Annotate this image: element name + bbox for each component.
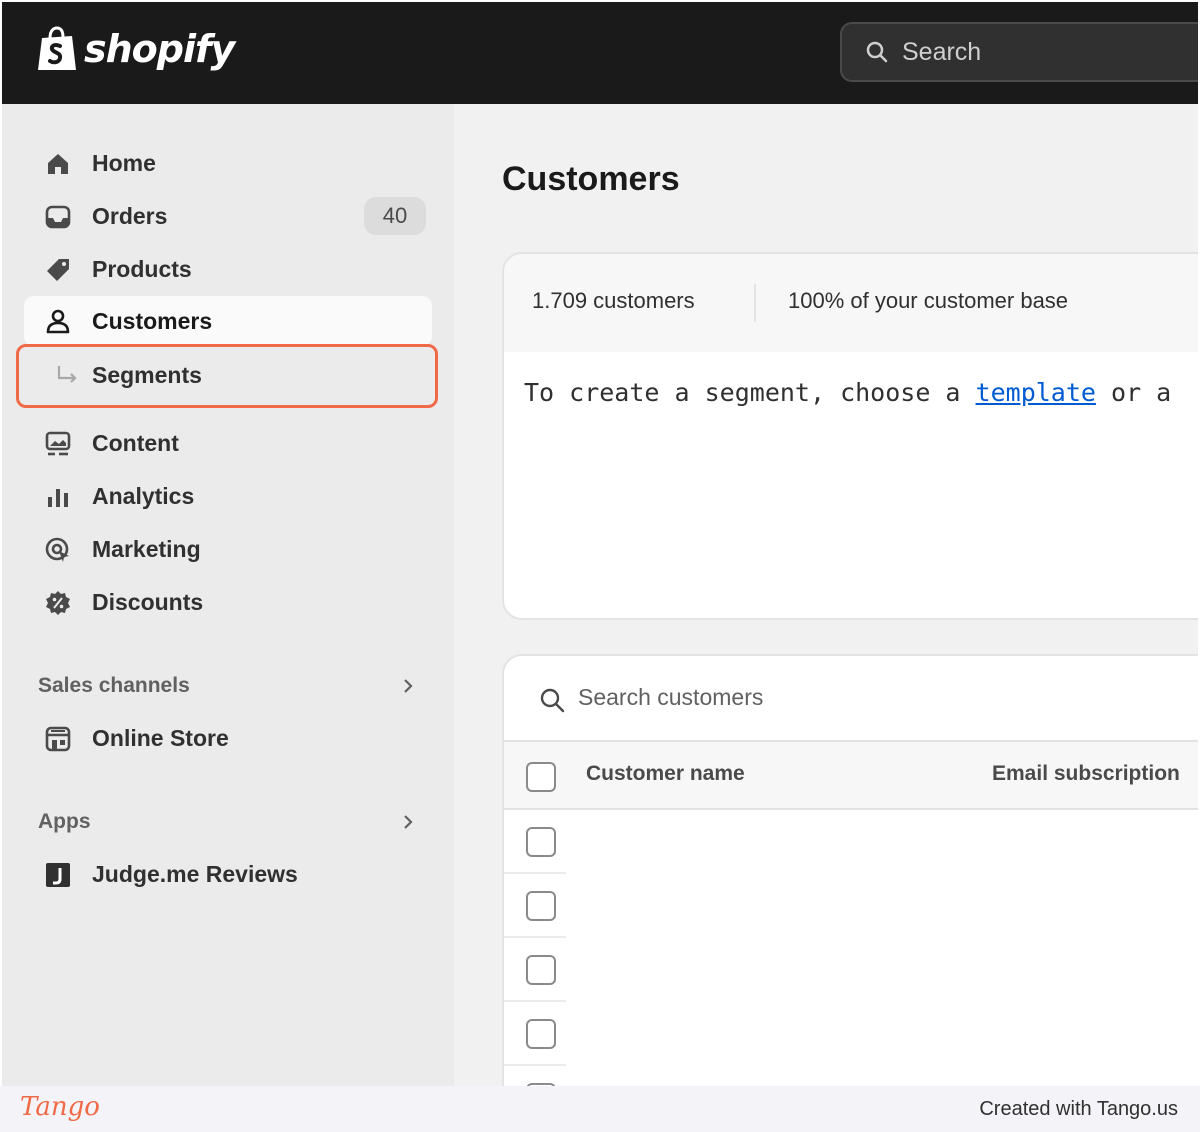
segment-editor-card: 1.709 customers 100% of your customer ba… <box>502 252 1198 620</box>
section-heading: Apps <box>38 810 91 833</box>
target-icon <box>45 537 69 562</box>
search-placeholder: Search <box>902 37 982 66</box>
chevron-right-icon <box>404 679 413 693</box>
logo-text: shopify <box>84 27 235 71</box>
table-row <box>504 810 566 874</box>
segment-query-editor[interactable]: To create a segment, choose a template o… <box>524 378 1171 407</box>
segment-stats-bar: 1.709 customers 100% of your customer ba… <box>504 254 1198 352</box>
customer-base-percentage: 100% of your customer base <box>788 288 1069 313</box>
editor-text: To create a segment, choose a <box>524 378 976 407</box>
shopify-bag-icon <box>38 26 76 70</box>
created-with-text: Created with Tango.us <box>979 1098 1178 1120</box>
editor-text-continued: or a <box>1095 378 1172 407</box>
home-icon <box>48 154 68 174</box>
table-row <box>504 1066 566 1086</box>
sidebar-item-label: Products <box>92 255 192 282</box>
stats-divider <box>754 284 756 322</box>
sales-channels-section[interactable]: Sales channels <box>38 669 418 703</box>
tango-footer: Tango Created with Tango.us <box>0 1086 1200 1132</box>
row-checkbox[interactable] <box>526 955 556 985</box>
tango-logo: Tango <box>20 1092 100 1122</box>
orders-count-badge: 40 <box>364 197 426 235</box>
sidebar-item-label: Online Store <box>92 724 229 751</box>
table-header: Customer name Email subscription <box>504 740 1198 810</box>
column-header-customer-name[interactable]: Customer name <box>586 762 745 786</box>
search-icon <box>540 688 565 713</box>
sidebar-item-label: Analytics <box>92 482 195 509</box>
sidebar-item-label: Discounts <box>92 588 204 615</box>
person-icon <box>46 309 70 334</box>
sidebar: Home Orders 40 Products Customers Segmen… <box>2 104 454 1086</box>
row-checkbox[interactable] <box>526 1019 556 1049</box>
tag-icon <box>47 259 69 281</box>
sidebar-item-marketing[interactable]: Marketing <box>24 526 432 572</box>
image-icon <box>45 431 71 456</box>
chevron-right-icon <box>404 815 413 829</box>
sidebar-item-online-store[interactable]: Online Store <box>24 715 432 761</box>
sidebar-item-orders[interactable]: Orders 40 <box>24 193 432 239</box>
search-icon <box>866 41 888 63</box>
customers-table-card: Search customers Customer name Email sub… <box>502 654 1198 1086</box>
template-link[interactable]: template <box>976 378 1096 407</box>
top-bar: shopify Search <box>2 2 1198 104</box>
section-heading: Sales channels <box>38 674 190 697</box>
sidebar-item-home[interactable]: Home <box>24 140 432 186</box>
sidebar-item-judgeme-reviews[interactable]: Judge.me Reviews <box>24 851 432 897</box>
customer-count: 1.709 customers <box>532 288 695 313</box>
sidebar-item-label: Content <box>92 429 179 456</box>
sidebar-item-label: Judge.me Reviews <box>92 860 298 887</box>
global-search-input[interactable]: Search <box>840 22 1198 82</box>
row-checkbox[interactable] <box>526 827 556 857</box>
sidebar-item-analytics[interactable]: Analytics <box>24 473 432 519</box>
app-window: shopify Search Home Orders 40 Products C… <box>2 2 1198 1086</box>
sidebar-item-label: Orders <box>92 202 168 229</box>
apps-section[interactable]: Apps <box>38 805 418 839</box>
table-row <box>504 1002 566 1066</box>
segments-highlight-box <box>16 344 438 408</box>
row-checkbox[interactable] <box>526 891 556 921</box>
discount-icon <box>46 591 70 615</box>
inbox-icon <box>45 205 71 229</box>
sidebar-item-discounts[interactable]: Discounts <box>24 579 432 625</box>
column-header-email-subscription[interactable]: Email subscription <box>992 762 1180 786</box>
search-customers-input[interactable]: Search customers <box>504 656 1198 740</box>
sidebar-item-label: Home <box>92 149 156 176</box>
sidebar-item-label: Marketing <box>92 535 201 562</box>
store-icon <box>45 726 71 752</box>
bar-chart-icon <box>48 489 68 507</box>
main-content: Customers 1.709 customers 100% of your c… <box>454 104 1198 1086</box>
table-row <box>504 874 566 938</box>
search-customers-placeholder: Search customers <box>578 684 764 710</box>
shopify-logo[interactable]: shopify <box>36 26 235 72</box>
sidebar-item-products[interactable]: Products <box>24 246 432 292</box>
sidebar-item-label: Customers <box>92 307 213 334</box>
select-all-checkbox[interactable] <box>526 762 556 792</box>
judgeme-icon <box>46 863 70 887</box>
sidebar-item-customers[interactable]: Customers <box>24 296 432 346</box>
page-title: Customers <box>502 160 680 198</box>
sidebar-item-content[interactable]: Content <box>24 420 432 466</box>
table-row <box>504 938 566 1002</box>
